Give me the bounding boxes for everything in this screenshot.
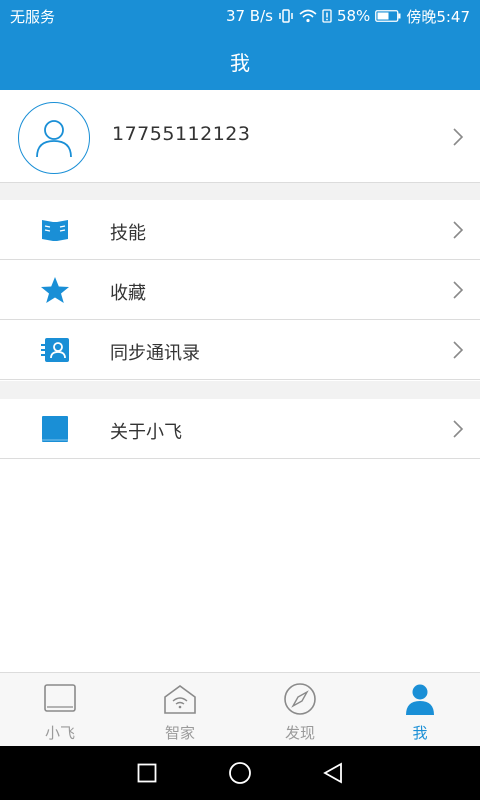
battery-icon	[375, 10, 401, 22]
user-avatar-icon[interactable]	[18, 102, 90, 174]
book-icon	[40, 216, 70, 244]
menu-item-label: 收藏	[110, 283, 146, 304]
status-bar: 无服务 37 B/s 58% 傍晚5:47	[0, 0, 480, 32]
alert-icon	[322, 9, 332, 23]
clock: 傍晚5:47	[406, 7, 470, 26]
person-icon	[402, 682, 438, 716]
menu-item-label: 关于小飞	[110, 422, 182, 443]
chevron-right-icon	[453, 341, 464, 359]
vibrate-icon	[278, 8, 294, 24]
battery-percent: 58%	[336, 7, 371, 25]
tab-label: 小飞	[44, 724, 75, 742]
user-phone-number: 17755112123	[112, 123, 251, 145]
page-title: 我	[230, 50, 250, 75]
contacts-icon	[40, 336, 70, 364]
tab-me[interactable]: 我	[360, 673, 480, 746]
section-divider	[0, 381, 480, 399]
square-icon	[40, 415, 70, 443]
star-icon	[40, 276, 70, 304]
back-button[interactable]	[313, 753, 353, 793]
tab-label: 发现	[284, 724, 315, 742]
chevron-right-icon	[453, 221, 464, 239]
device-icon	[42, 682, 78, 716]
recent-apps-button[interactable]	[127, 753, 167, 793]
chevron-right-icon	[453, 420, 464, 438]
chevron-right-icon	[453, 281, 464, 299]
tab-xiaofei[interactable]: 小飞	[0, 673, 120, 746]
smart-home-icon	[162, 682, 198, 716]
bottom-tab-bar: 小飞 智家 发现 我	[0, 672, 480, 746]
carrier-text: 无服务	[10, 7, 56, 26]
compass-icon	[282, 682, 318, 716]
home-button[interactable]	[220, 753, 260, 793]
menu-item-sync-contacts[interactable]: 同步通讯录	[0, 320, 480, 380]
network-speed: 37 B/s	[225, 7, 273, 25]
menu-item-label: 技能	[110, 223, 146, 244]
chevron-right-icon	[453, 128, 464, 146]
tab-discover[interactable]: 发现	[240, 673, 360, 746]
tab-smart-home[interactable]: 智家	[120, 673, 240, 746]
tab-label: 我	[412, 724, 428, 742]
menu-item-about[interactable]: 关于小飞	[0, 399, 480, 459]
section-divider	[0, 183, 480, 200]
menu-item-favorites[interactable]: 收藏	[0, 260, 480, 320]
menu-item-skills[interactable]: 技能	[0, 200, 480, 260]
system-nav-bar	[0, 746, 480, 800]
profile-row[interactable]: 17755112123	[0, 90, 480, 183]
tab-label: 智家	[164, 724, 195, 742]
status-indicators: 37 B/s 58% 傍晚5:47	[226, 6, 470, 27]
page-title-bar: 我	[0, 32, 480, 90]
wifi-icon	[299, 9, 317, 23]
menu-item-label: 同步通讯录	[110, 343, 200, 364]
